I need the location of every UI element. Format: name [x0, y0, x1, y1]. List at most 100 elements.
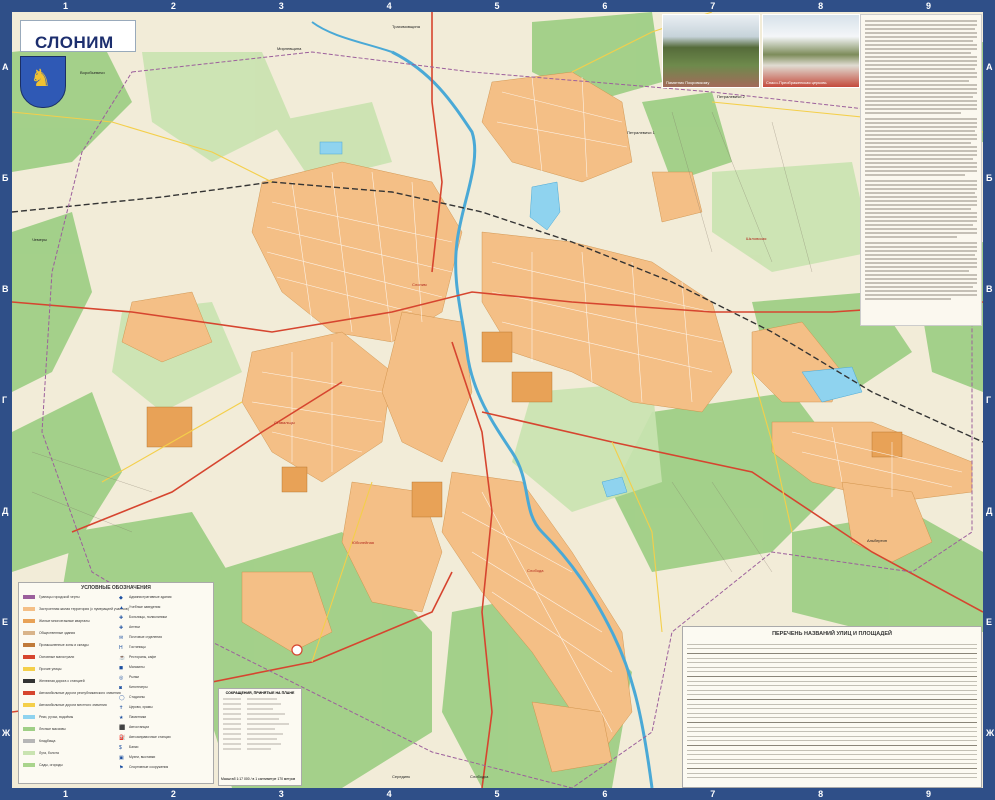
- legend-item-label: Рестораны, кафе: [129, 655, 157, 659]
- legend-item-label: Автомобильные дороги республиканского зн…: [39, 691, 121, 695]
- grid-row-label: В: [986, 284, 993, 295]
- legend-swatch: [23, 655, 35, 659]
- grid-column-label: 7: [710, 789, 716, 799]
- legend-symbol-icon: $: [119, 745, 122, 751]
- legend-swatch: [23, 679, 35, 683]
- legend-symbol-icon: ⬛: [119, 725, 126, 731]
- street-index-column: [861, 641, 919, 781]
- legend-item-label: Учебные заведения: [129, 605, 161, 609]
- legend-item-label: Спортивные сооружения: [129, 765, 169, 769]
- abbreviations-box: СОКРАЩЕНИЯ, ПРИНЯТЫЕ НА ПЛАНЕ Масштаб 1:…: [218, 688, 302, 786]
- district-label-yubileynaya: Юбилейная: [352, 540, 374, 545]
- street-index-column: [745, 641, 803, 781]
- legend-symbol-icon: ✝: [119, 705, 124, 711]
- grid-row-label: Б: [2, 173, 9, 184]
- legend-symbol-icon: ☕: [119, 655, 126, 661]
- grid-column-label: 6: [602, 789, 608, 799]
- legend-symbol-icon: ◙: [119, 685, 123, 691]
- legend-swatch: [23, 607, 35, 611]
- church-photo-caption: Спасо-Преображенская церковь: [766, 80, 827, 85]
- grid-column-label: 5: [494, 1, 500, 11]
- legend-symbol-icon: ★: [119, 715, 124, 721]
- monument-photo: Памятник Покровскому: [662, 14, 760, 88]
- district-label-stavaltsy: Ставальцы: [274, 420, 295, 425]
- legend-swatch: [23, 667, 35, 671]
- legend-item-label: Банки: [129, 745, 139, 749]
- grid-column-label: 1: [62, 1, 68, 11]
- grid-row-label: Д: [986, 505, 993, 516]
- place-label-petralevichi-1: Петралевичи 1: [627, 130, 655, 135]
- map-title-box: СЛОНИМ: [20, 20, 136, 52]
- place-label-petralevichi-2: Петралевичи 2: [717, 94, 745, 99]
- legend-item-label: Аптеки: [129, 625, 140, 629]
- grid-row-label: Е: [986, 616, 993, 627]
- legend-item-label: Памятники: [129, 715, 147, 719]
- street-index-panel: ПЕРЕЧЕНЬ НАЗВАНИЙ УЛИЦ И ПЛОЩАДЕЙ: [682, 626, 982, 788]
- legend-item-label: Сады, огороды: [39, 763, 63, 767]
- legend-swatch: [23, 715, 35, 719]
- legend-item-label: Автостанции: [129, 725, 150, 729]
- legend-swatch: [23, 631, 35, 635]
- legend-symbol-icon: ◆: [119, 595, 123, 601]
- grid-column-label: 6: [602, 1, 608, 11]
- legend-item-label: Прочие улицы: [39, 667, 62, 671]
- legend-title: УСЛОВНЫЕ ОБОЗНАЧЕНИЯ: [81, 585, 151, 591]
- legend-item-label: Почтовые отделения: [129, 635, 162, 639]
- legend-panel: УСЛОВНЫЕ ОБОЗНАЧЕНИЯ Границы городской ч…: [18, 582, 214, 784]
- grid-row-label: Г: [986, 395, 992, 405]
- place-label-slobodka: Слободка: [470, 774, 489, 779]
- place-label-trakhimovshchina: Трахимовщина: [392, 24, 420, 29]
- grid-row-label: А: [986, 62, 993, 73]
- grid-column-label: 2: [170, 789, 176, 799]
- street-index-column: [803, 641, 861, 781]
- legend-item-label: Автомобильные дороги местного значения: [39, 703, 107, 707]
- monument-photo-caption: Памятник Покровскому: [666, 80, 710, 85]
- city-map[interactable]: Трахимовщина Воробьевичи Чемеры Петралев…: [12, 12, 983, 788]
- church-photo: Спасо-Преображенская церковь: [762, 14, 860, 88]
- legend-swatch: [23, 703, 35, 707]
- legend-item-label: Реки, ручьи, водоёмы: [39, 715, 74, 719]
- map-title: СЛОНИМ: [35, 33, 114, 52]
- grid-row-label: Б: [986, 173, 993, 184]
- legend-swatch: [23, 691, 35, 695]
- abbreviations-lines: [223, 698, 289, 750]
- legend-item-label: Луга, болота: [39, 751, 59, 755]
- legend-item-label: Кладбища: [39, 739, 56, 743]
- grid-row-label: Г: [2, 395, 8, 405]
- legend-item-label: Жилые многоэтажные кварталы: [39, 619, 90, 623]
- legend-symbol-icon: ◼: [119, 665, 124, 671]
- grid-column-label: 7: [710, 1, 716, 11]
- city-description-panel: [860, 14, 982, 326]
- legend-item-label: Музеи, выставки: [129, 755, 156, 759]
- legend-item-label: Церкви, храмы: [129, 705, 153, 709]
- legend-swatch: [23, 643, 35, 647]
- place-label-chemery: Чемеры: [32, 237, 47, 242]
- legend-symbol-icon: ◯: [119, 695, 125, 701]
- district-label-sloboda: Слобода: [527, 568, 544, 573]
- legend-item-label: Стадионы: [129, 695, 145, 699]
- legend-swatch: [23, 763, 35, 767]
- legend-symbol-icon: ✉: [119, 635, 124, 641]
- legend-item-label: Лесные массивы: [39, 727, 66, 731]
- grid-column-label: 4: [386, 1, 392, 11]
- legend-item-label: Застроенная жилая территория (с нумераци…: [39, 607, 129, 611]
- grid-row-label: А: [2, 62, 9, 73]
- grid-column-label: 5: [494, 789, 500, 799]
- legend-symbol-icon: ⚑: [119, 765, 124, 771]
- grid-column-label: 2: [170, 1, 176, 11]
- place-label-mirlevshchina: Мирлевщина: [277, 46, 302, 51]
- legend-symbol-icon: H: [119, 645, 123, 651]
- grid-column-label: 9: [926, 1, 932, 11]
- grid-row-label: Д: [2, 505, 9, 516]
- grid-column-label: 1: [62, 789, 68, 799]
- legend-item-label: Общественные здания: [39, 631, 76, 635]
- place-label-albertin: Альбертин: [867, 538, 887, 543]
- map-scale: Масштаб 1:17 000 / в 1 сантиметре 170 ме…: [221, 777, 296, 781]
- legend-symbol-icon: ✚: [119, 615, 124, 621]
- coat-of-arms: ♞: [20, 56, 66, 108]
- grid-column-label: 3: [278, 1, 284, 11]
- horse-icon: ♞: [30, 65, 52, 92]
- legend-symbol-icon: ◎: [119, 675, 124, 681]
- street-index-column: [687, 641, 745, 781]
- legend-item-label: Магазины: [129, 665, 145, 669]
